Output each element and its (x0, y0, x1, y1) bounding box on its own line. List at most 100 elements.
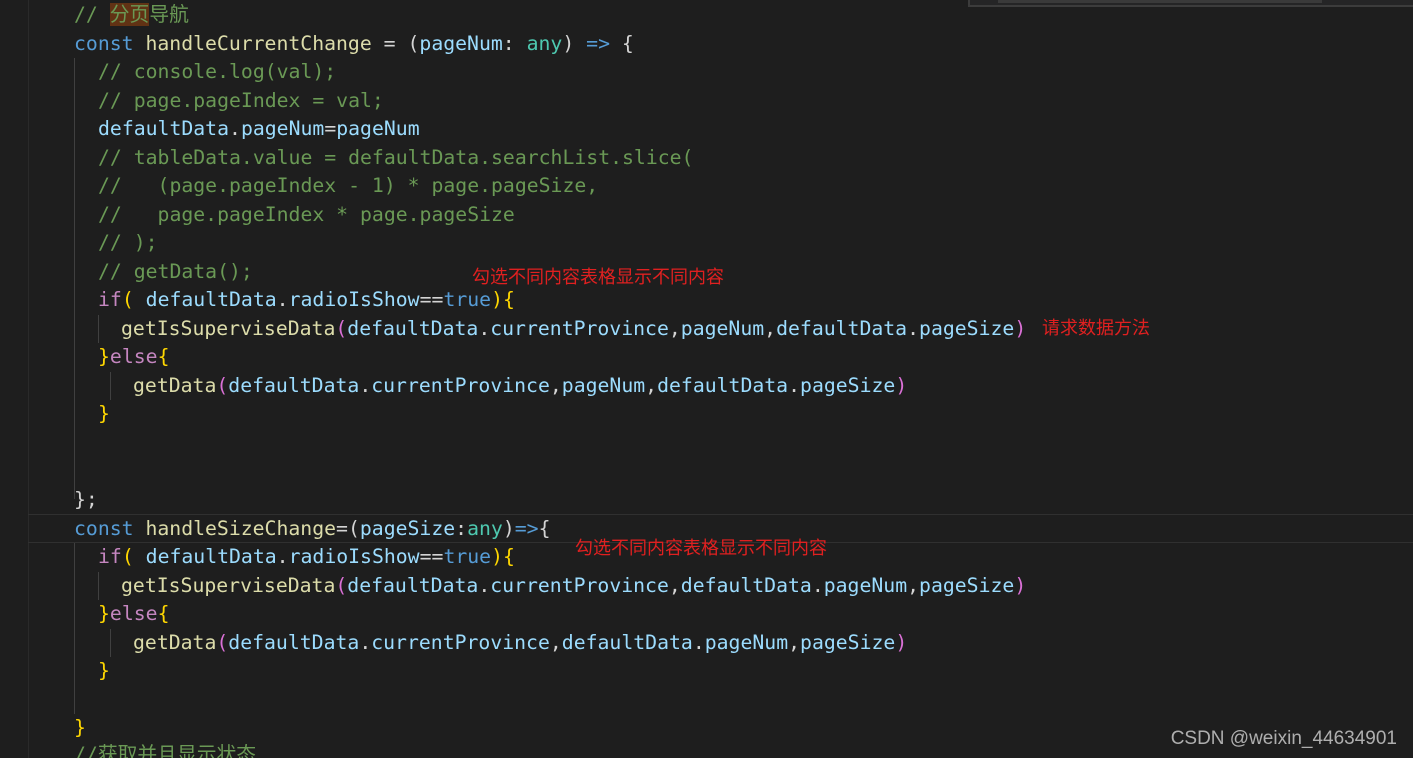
variable-token: defaultData (657, 374, 789, 397)
paren-token: ) (895, 631, 908, 654)
keyword-token: if (98, 288, 122, 311)
brace-token: { (538, 517, 551, 540)
arrow-token: => (574, 32, 622, 55)
code-line[interactable]: defaultData.pageNum=pageNum (98, 115, 420, 144)
paren-token: ( (407, 32, 420, 55)
overview-scroll-thumb[interactable] (998, 0, 1322, 3)
code-line[interactable]: } (98, 400, 110, 429)
comma-token: , (764, 317, 777, 340)
code-line[interactable]: getIsSuperviseData(defaultData.currentPr… (121, 315, 1026, 344)
code-line[interactable]: } (98, 657, 110, 686)
code-line[interactable]: // console.log(val); (98, 58, 336, 87)
comma-token: , (645, 374, 658, 397)
comment-token: // (74, 3, 110, 26)
comment-token: // (page.pageIndex - 1) * page.pageSize, (98, 174, 599, 197)
comma-token: , (668, 574, 681, 597)
property-token: pageSize (800, 374, 896, 397)
brace-token: } (98, 345, 110, 368)
code-editor[interactable]: // 分页导航 const handleCurrentChange = (pag… (0, 0, 1413, 758)
function-call-token: getIsSuperviseData (121, 574, 336, 597)
code-line[interactable]: } (74, 714, 86, 743)
indent-guide (74, 58, 75, 499)
function-call-token: getIsSuperviseData (121, 317, 336, 340)
comment-token: // console.log(val); (98, 60, 337, 83)
dot-token: . (478, 574, 491, 597)
code-line[interactable]: // 分页导航 (74, 1, 189, 30)
code-line[interactable]: getData(defaultData.currentProvince,page… (133, 372, 907, 401)
code-line[interactable]: getData(defaultData.currentProvince,defa… (133, 629, 907, 658)
code-line[interactable]: if( defaultData.radioIsShow==true){ (98, 543, 515, 572)
comma-token: , (907, 574, 920, 597)
colon-token: : (455, 517, 468, 540)
dot-token: . (478, 317, 491, 340)
code-line[interactable]: // page.pageIndex * page.pageSize (98, 201, 515, 230)
code-line[interactable]: // tableData.value = defaultData.searchL… (98, 144, 693, 173)
semicolon-token: ; (85, 488, 98, 511)
variable-token: defaultData (98, 117, 230, 140)
comment-token: // page.pageIndex * page.pageSize (98, 203, 515, 226)
brace-token: { (157, 602, 170, 625)
variable-token: defaultData (145, 545, 277, 568)
comment-token: // page.pageIndex = val; (98, 89, 384, 112)
brace-token: } (98, 402, 110, 425)
code-line[interactable]: //获取并且显示状态 (74, 741, 256, 758)
property-token: currentProvince (371, 374, 550, 397)
variable-token: pageSize (800, 631, 896, 654)
dot-token: . (907, 317, 920, 340)
search-highlight: 分页 (109, 3, 150, 26)
code-line[interactable]: // (page.pageIndex - 1) * page.pageSize, (98, 172, 598, 201)
function-name-token: handleSizeChange (145, 517, 337, 540)
param-token: pageSize (359, 517, 456, 540)
variable-token: pageSize (919, 574, 1015, 597)
code-line[interactable]: if( defaultData.radioIsShow==true){ (98, 286, 515, 315)
keyword-token: if (98, 545, 122, 568)
property-token: pageSize (919, 317, 1015, 340)
function-call-token: getData (133, 631, 217, 654)
keyword-token: const (74, 32, 134, 55)
gutter-divider (28, 0, 29, 758)
variable-token: defaultData (561, 631, 693, 654)
variable-token: pageNum (336, 117, 420, 140)
watermark-text: CSDN @weixin_44634901 (1170, 728, 1397, 749)
operator-token: == (419, 288, 444, 311)
keyword-token: else (109, 602, 158, 625)
property-token: radioIsShow (288, 288, 420, 311)
paren-token: ( (216, 631, 229, 654)
property-token: radioIsShow (288, 545, 420, 568)
code-line[interactable]: }else{ (98, 600, 169, 629)
paren-token: ( (121, 545, 146, 568)
comment-token: // getData(); (98, 260, 253, 283)
brace-token: { (157, 345, 170, 368)
operator-token: == (419, 545, 444, 568)
dot-token: . (229, 117, 241, 140)
brace-token: { (503, 545, 515, 568)
paren-token: ) (1014, 574, 1027, 597)
type-token: any (467, 517, 503, 540)
paren-token: ( (335, 317, 348, 340)
comment-token: // ); (98, 231, 158, 254)
dot-token: . (811, 574, 824, 597)
brace-token: } (74, 716, 86, 739)
comment-token: 导航 (149, 3, 189, 26)
code-line[interactable]: // ); (98, 229, 158, 258)
comment-token: //获取并且显示状态 (74, 743, 257, 758)
variable-token: pageNum (561, 374, 646, 397)
property-token: pageNum (704, 631, 789, 654)
dot-token: . (359, 631, 372, 654)
code-line[interactable]: }else{ (98, 343, 169, 372)
code-line[interactable]: const handleCurrentChange = (pageNum: an… (74, 30, 634, 59)
indent-guide (110, 372, 111, 400)
code-line[interactable]: getIsSuperviseData(defaultData.currentPr… (121, 572, 1026, 601)
property-token: pageNum (240, 117, 325, 140)
paren-token: ) (491, 545, 503, 568)
code-line[interactable]: }; (74, 486, 98, 515)
code-line[interactable]: // page.pageIndex = val; (98, 87, 384, 116)
comma-token: , (549, 631, 562, 654)
colon-token: : (502, 32, 527, 55)
brace-token: { (621, 32, 634, 55)
code-line[interactable]: // getData(); (98, 258, 253, 287)
variable-token: defaultData (347, 317, 479, 340)
type-token: any (526, 32, 563, 55)
paren-token: ( (121, 288, 146, 311)
brace-token: } (74, 488, 86, 511)
